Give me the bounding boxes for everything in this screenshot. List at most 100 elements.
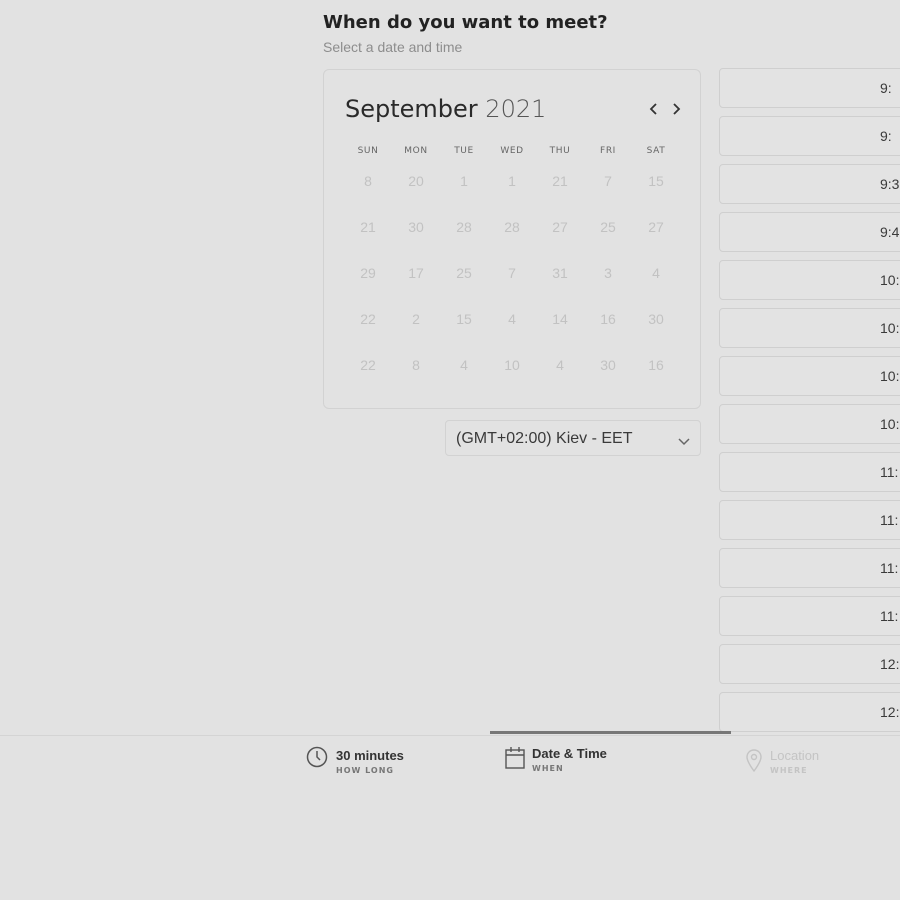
time-slot-label: 10: (880, 416, 900, 432)
clock-icon (306, 746, 328, 773)
time-slot-button[interactable]: 9:3 (719, 164, 900, 204)
time-slot-button[interactable]: 10: (719, 404, 900, 444)
location-pin-icon (745, 748, 763, 779)
calendar-day[interactable]: 10 (488, 350, 536, 380)
page-title: When do you want to meet? (323, 12, 608, 33)
prev-month-button[interactable] (646, 99, 662, 119)
weekday-label: TUE (454, 146, 474, 156)
step-duration-sub: HOW LONG (336, 766, 394, 775)
footer-divider (0, 735, 900, 736)
calendar: September 2021 SUN MON TUE WED THU FRI SAT 8 20… (323, 69, 701, 409)
calendar-day[interactable]: 7 (488, 258, 536, 288)
calendar-day[interactable]: 16 (632, 350, 680, 380)
active-step-indicator (490, 731, 731, 734)
time-slot-button[interactable]: 11: (719, 452, 900, 492)
step-location-label: Location (770, 748, 820, 763)
time-slot-label: 9:4 (880, 224, 900, 240)
next-month-button[interactable] (668, 99, 684, 119)
weekday-label: MON (404, 146, 428, 156)
calendar-day[interactable]: 20 (392, 166, 440, 196)
timezone-value: (GMT+02:00) Kiev - EET (456, 430, 633, 447)
step-date-time-label: Date & Time (532, 746, 607, 761)
page-subtitle: Select a date and time (323, 39, 463, 55)
calendar-day[interactable]: 29 (344, 258, 392, 288)
time-slot-button[interactable]: 9: (719, 68, 900, 108)
time-slot-label: 11: (880, 560, 899, 576)
weekday-label: WED (500, 146, 524, 156)
time-slot-button[interactable]: 10: (719, 356, 900, 396)
weekday-label: THU (549, 146, 571, 156)
chevron-right-icon (673, 103, 681, 115)
time-slot-label: 12: (880, 704, 900, 720)
time-slot-button[interactable]: 12: (719, 644, 900, 684)
calendar-days-grid: 8 20 1 1 21 7 15 21 30 28 28 27 25 27 29 17 25 7 31 3 4 22 2 15… (344, 166, 680, 396)
calendar-day[interactable]: 27 (632, 212, 680, 242)
calendar-day[interactable]: 3 (584, 258, 632, 288)
calendar-day[interactable]: 25 (584, 212, 632, 242)
time-slot-label: 11: (880, 608, 899, 624)
time-slot-button[interactable]: 9: (719, 116, 900, 156)
calendar-day[interactable]: 30 (584, 350, 632, 380)
step-location-sub: WHERE (770, 766, 808, 775)
calendar-year: 2021 (485, 95, 547, 123)
chevron-left-icon (649, 103, 657, 115)
weekday-label: FRI (600, 146, 616, 156)
calendar-day[interactable]: 22 (344, 350, 392, 380)
calendar-day[interactable]: 15 (440, 304, 488, 334)
calendar-day[interactable]: 1 (440, 166, 488, 196)
calendar-day[interactable]: 8 (392, 350, 440, 380)
chevron-down-icon (677, 433, 691, 451)
time-slot-button[interactable]: 11: (719, 500, 900, 540)
time-slot-button[interactable]: 10: (719, 308, 900, 348)
calendar-day[interactable]: 1 (488, 166, 536, 196)
calendar-day[interactable]: 7 (584, 166, 632, 196)
calendar-day[interactable]: 28 (440, 212, 488, 242)
step-duration-label: 30 minutes (336, 748, 404, 763)
calendar-month-title: September 2021 (345, 95, 546, 123)
calendar-day[interactable]: 31 (536, 258, 584, 288)
calendar-day[interactable]: 4 (440, 350, 488, 380)
weekday-header: SUN MON TUE WED THU FRI SAT (344, 146, 680, 158)
time-slot-button[interactable]: 11: (719, 596, 900, 636)
calendar-day[interactable]: 4 (632, 258, 680, 288)
calendar-day[interactable]: 8 (344, 166, 392, 196)
step-date-time-sub: WHEN (532, 764, 564, 773)
calendar-day[interactable]: 28 (488, 212, 536, 242)
calendar-day[interactable]: 21 (536, 166, 584, 196)
calendar-day[interactable]: 21 (344, 212, 392, 242)
time-slot-button[interactable]: 11: (719, 548, 900, 588)
calendar-day[interactable]: 30 (392, 212, 440, 242)
time-slot-label: 9:3 (880, 176, 900, 192)
calendar-day[interactable]: 4 (488, 304, 536, 334)
time-slot-label: 9: (880, 80, 892, 96)
weekday-label: SAT (646, 146, 666, 156)
time-slot-button[interactable]: 10: (719, 260, 900, 300)
calendar-day[interactable]: 4 (536, 350, 584, 380)
time-slot-label: 10: (880, 320, 900, 336)
time-slot-button[interactable]: 12: (719, 692, 900, 732)
calendar-day[interactable]: 14 (536, 304, 584, 334)
time-slot-label: 11: (880, 512, 899, 528)
time-slot-label: 12: (880, 656, 900, 672)
calendar-day[interactable]: 2 (392, 304, 440, 334)
timezone-select[interactable]: (GMT+02:00) Kiev - EET (445, 420, 701, 456)
time-slot-button[interactable]: 9:4 (719, 212, 900, 252)
calendar-day[interactable]: 25 (440, 258, 488, 288)
time-slot-label: 9: (880, 128, 892, 144)
time-slot-list[interactable]: 9: 9: 9:3 9:4 10: 10: 10: 10: 11: 11: 11: 11: 12: 12: (719, 68, 900, 732)
calendar-icon (505, 745, 525, 774)
step-location[interactable]: Location WHERE (745, 748, 855, 784)
calendar-day[interactable]: 27 (536, 212, 584, 242)
calendar-month: September (345, 95, 478, 123)
calendar-day[interactable]: 16 (584, 304, 632, 334)
time-slot-label: 10: (880, 272, 900, 288)
calendar-day[interactable]: 15 (632, 166, 680, 196)
step-duration[interactable]: 30 minutes HOW LONG (306, 746, 426, 782)
calendar-day[interactable]: 22 (344, 304, 392, 334)
calendar-day[interactable]: 17 (392, 258, 440, 288)
step-date-time[interactable]: Date & Time WHEN (505, 745, 635, 781)
time-slot-label: 10: (880, 368, 900, 384)
weekday-label: SUN (357, 146, 379, 156)
calendar-day[interactable]: 30 (632, 304, 680, 334)
time-slot-label: 11: (880, 464, 899, 480)
